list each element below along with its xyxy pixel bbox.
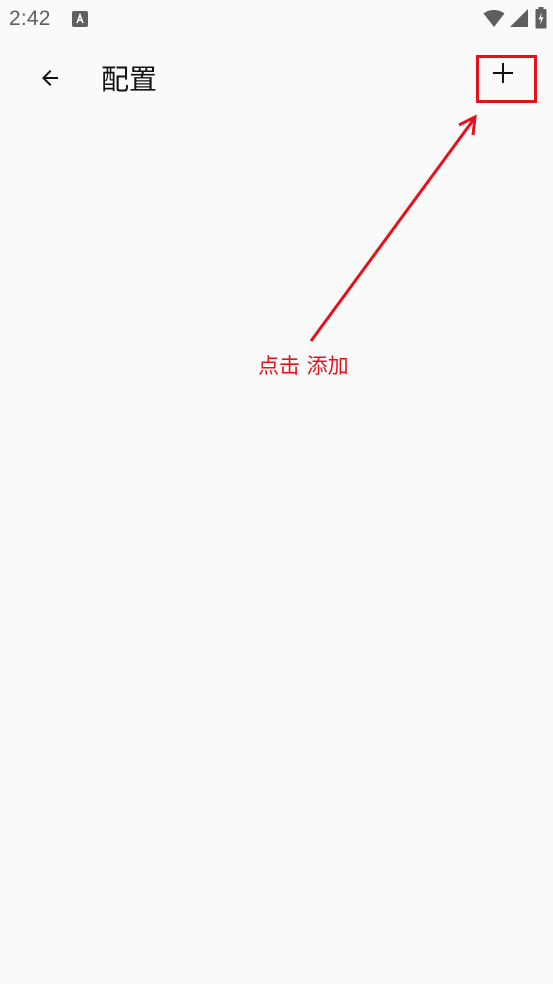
status-bar: 2:42 <box>0 0 553 38</box>
battery-charging-icon <box>535 7 547 33</box>
screen: 2:42 配置 点击 添加 <box>0 0 553 984</box>
annotation-text: 点击 添加 <box>258 354 349 378</box>
status-icons <box>463 7 553 33</box>
cell-signal-icon <box>509 8 529 32</box>
page-title: 配置 <box>101 63 158 96</box>
status-time: 2:42 <box>9 7 51 30</box>
highlight-box <box>476 55 537 103</box>
font-download-icon <box>72 11 88 27</box>
arrow-back-icon <box>38 66 62 94</box>
wifi-icon <box>483 8 505 32</box>
annotation-arrow <box>309 114 477 342</box>
back-button[interactable] <box>26 56 74 104</box>
app-bar: 配置 <box>0 38 553 122</box>
